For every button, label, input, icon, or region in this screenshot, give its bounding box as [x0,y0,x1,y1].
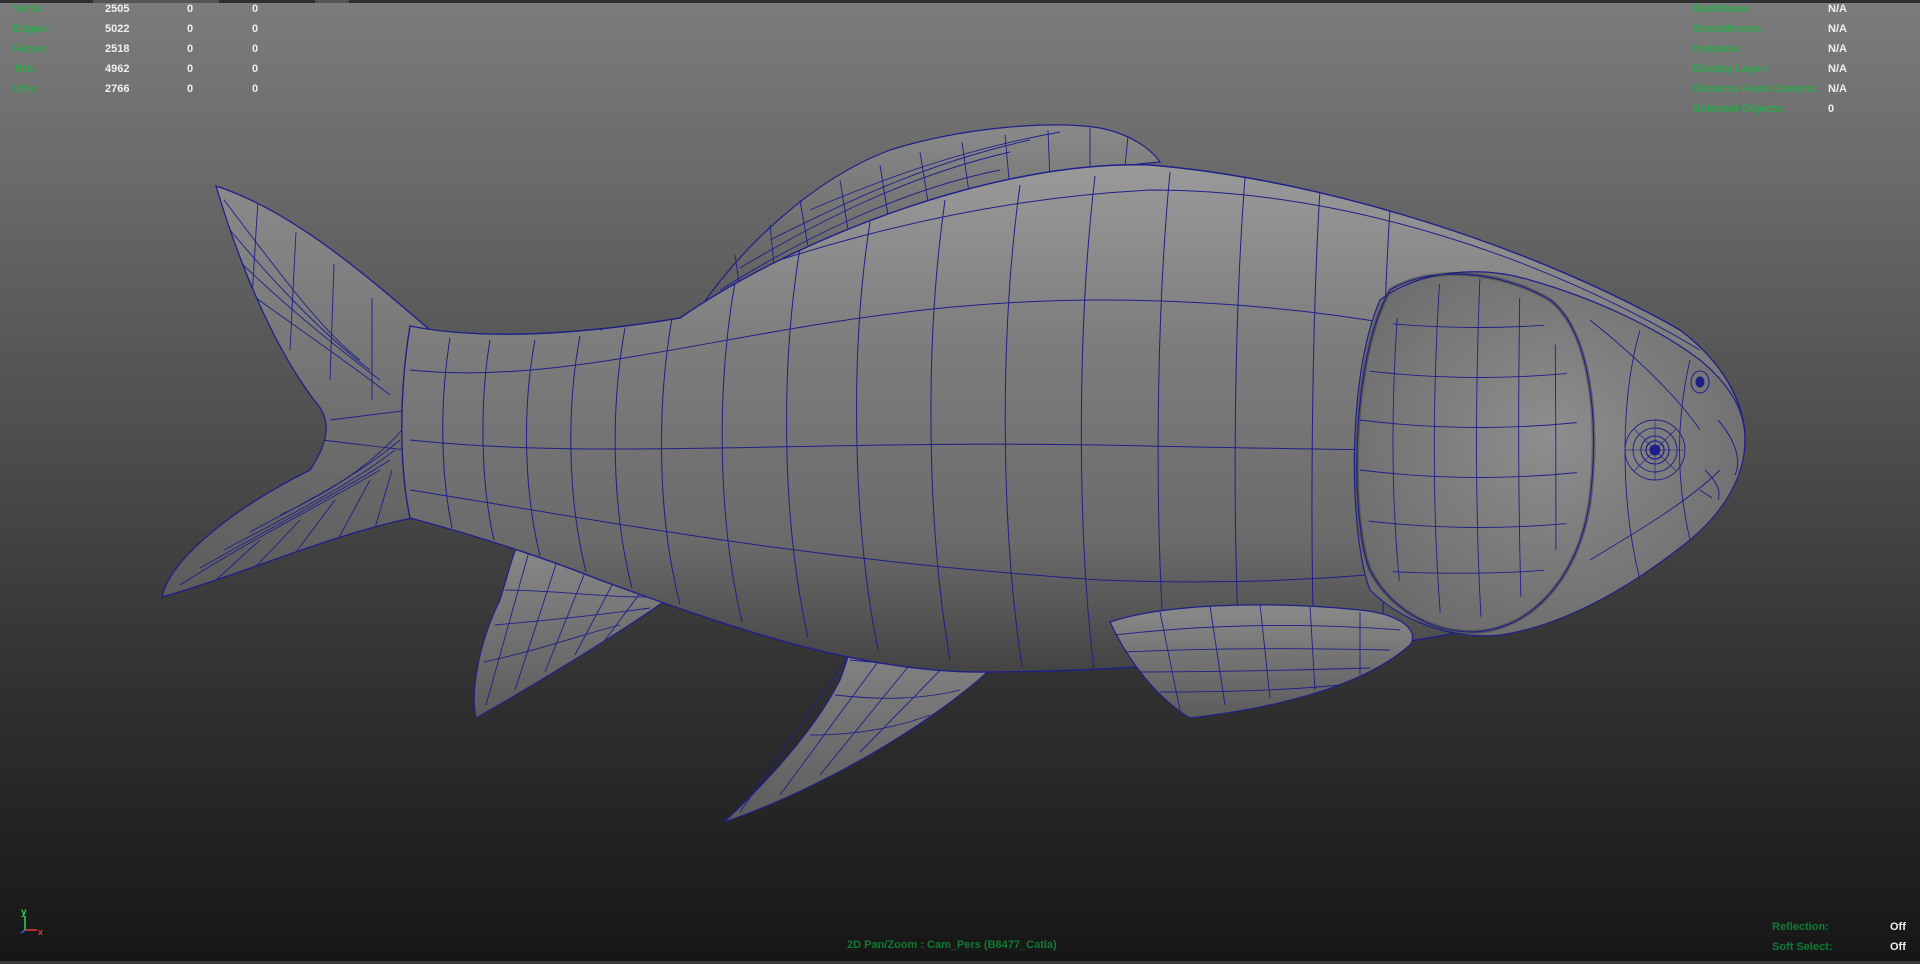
hud-label: Instance: [1693,43,1742,55]
hud-row-verts: Verts: 2505 0 0 [13,0,273,19]
hud-row-selected-objects: Selected Objects: 0 [1693,99,1893,119]
hud-value: 0 [187,3,194,15]
hud-label: Smoothness: [1693,23,1763,35]
hud-value: 2766 [105,83,130,95]
hud-row-distance-from-camera: Distance From Camera: N/A [1693,79,1893,99]
hud-label: Tris: [13,63,37,75]
camera-name-label: 2D Pan/Zoom : Cam_Pers (B8477_Catla) [847,939,1057,951]
hud-value: Off [1890,941,1906,953]
fish-model[interactable] [0,0,1920,964]
hud-value: N/A [1828,63,1847,75]
hud-value: 5022 [105,23,130,35]
hud-label: Selected Objects: [1693,103,1786,115]
hud-label: Distance From Camera: [1693,83,1817,95]
hud-value: 2518 [105,43,130,55]
hud-label: UVs: [13,83,39,95]
hud-row-instance: Instance: N/A [1693,39,1893,59]
hud-label: Display Layer: [1693,63,1769,75]
hud-label: Edges: [13,23,50,35]
hud-row-edges: Edges: 5022 0 0 [13,19,273,39]
hud-value: 0 [187,43,194,55]
axis-gizmo-icon: y x [20,907,43,936]
hud-row-smoothness: Smoothness: N/A [1693,19,1893,39]
poly-count-hud: Verts: 2505 0 0 Edges: 5022 0 0 Faces: 2… [13,0,273,100]
hud-value: 0 [187,23,194,35]
hud-value: 0 [187,83,194,95]
axis-y-label: y [21,907,27,918]
hud-row-backfaces: Backfaces: N/A [1693,0,1893,19]
hud-value: 0 [187,63,194,75]
hud-row-soft-select: Soft Select: Off [1772,937,1912,957]
object-details-hud: Backfaces: N/A Smoothness: N/A Instance:… [1693,0,1893,120]
hud-value: N/A [1828,23,1847,35]
hud-value: 0 [252,3,259,15]
hud-value: 0 [1828,103,1835,115]
hud-value: N/A [1828,43,1847,55]
hud-value: 4962 [105,63,130,75]
hud-value: Off [1890,921,1906,933]
hud-value: 2505 [105,3,130,15]
hud-value: 0 [252,83,259,95]
eye [1624,419,1686,481]
hud-value: 0 [252,43,259,55]
3d-viewport[interactable]: Verts: 2505 0 0 Edges: 5022 0 0 Faces: 2… [0,0,1920,964]
hud-row-faces: Faces: 2518 0 0 [13,39,273,59]
pectoral-fin [1109,603,1414,719]
hud-value: 0 [252,63,259,75]
hud-value: 0 [252,23,259,35]
hud-row-uvs: UVs: 2766 0 0 [13,79,273,99]
hud-label: Reflection: [1772,921,1829,933]
hud-label: Faces: [13,43,48,55]
tail-fin [161,184,431,598]
hud-value: N/A [1828,83,1847,95]
hud-label: Verts: [13,3,44,15]
hud-row-reflection: Reflection: Off [1772,917,1912,937]
fish-head [1353,271,1746,637]
axis-x-label: x [38,927,43,936]
hud-value: N/A [1828,3,1847,15]
hud-label: Backfaces: [1693,3,1752,15]
viewport-status-hud: Reflection: Off Soft Select: Off [1772,917,1912,959]
hud-label: Soft Select: [1772,941,1833,953]
hud-row-tris: Tris: 4962 0 0 [13,59,273,79]
hud-row-display-layer: Display Layer: N/A [1693,59,1893,79]
